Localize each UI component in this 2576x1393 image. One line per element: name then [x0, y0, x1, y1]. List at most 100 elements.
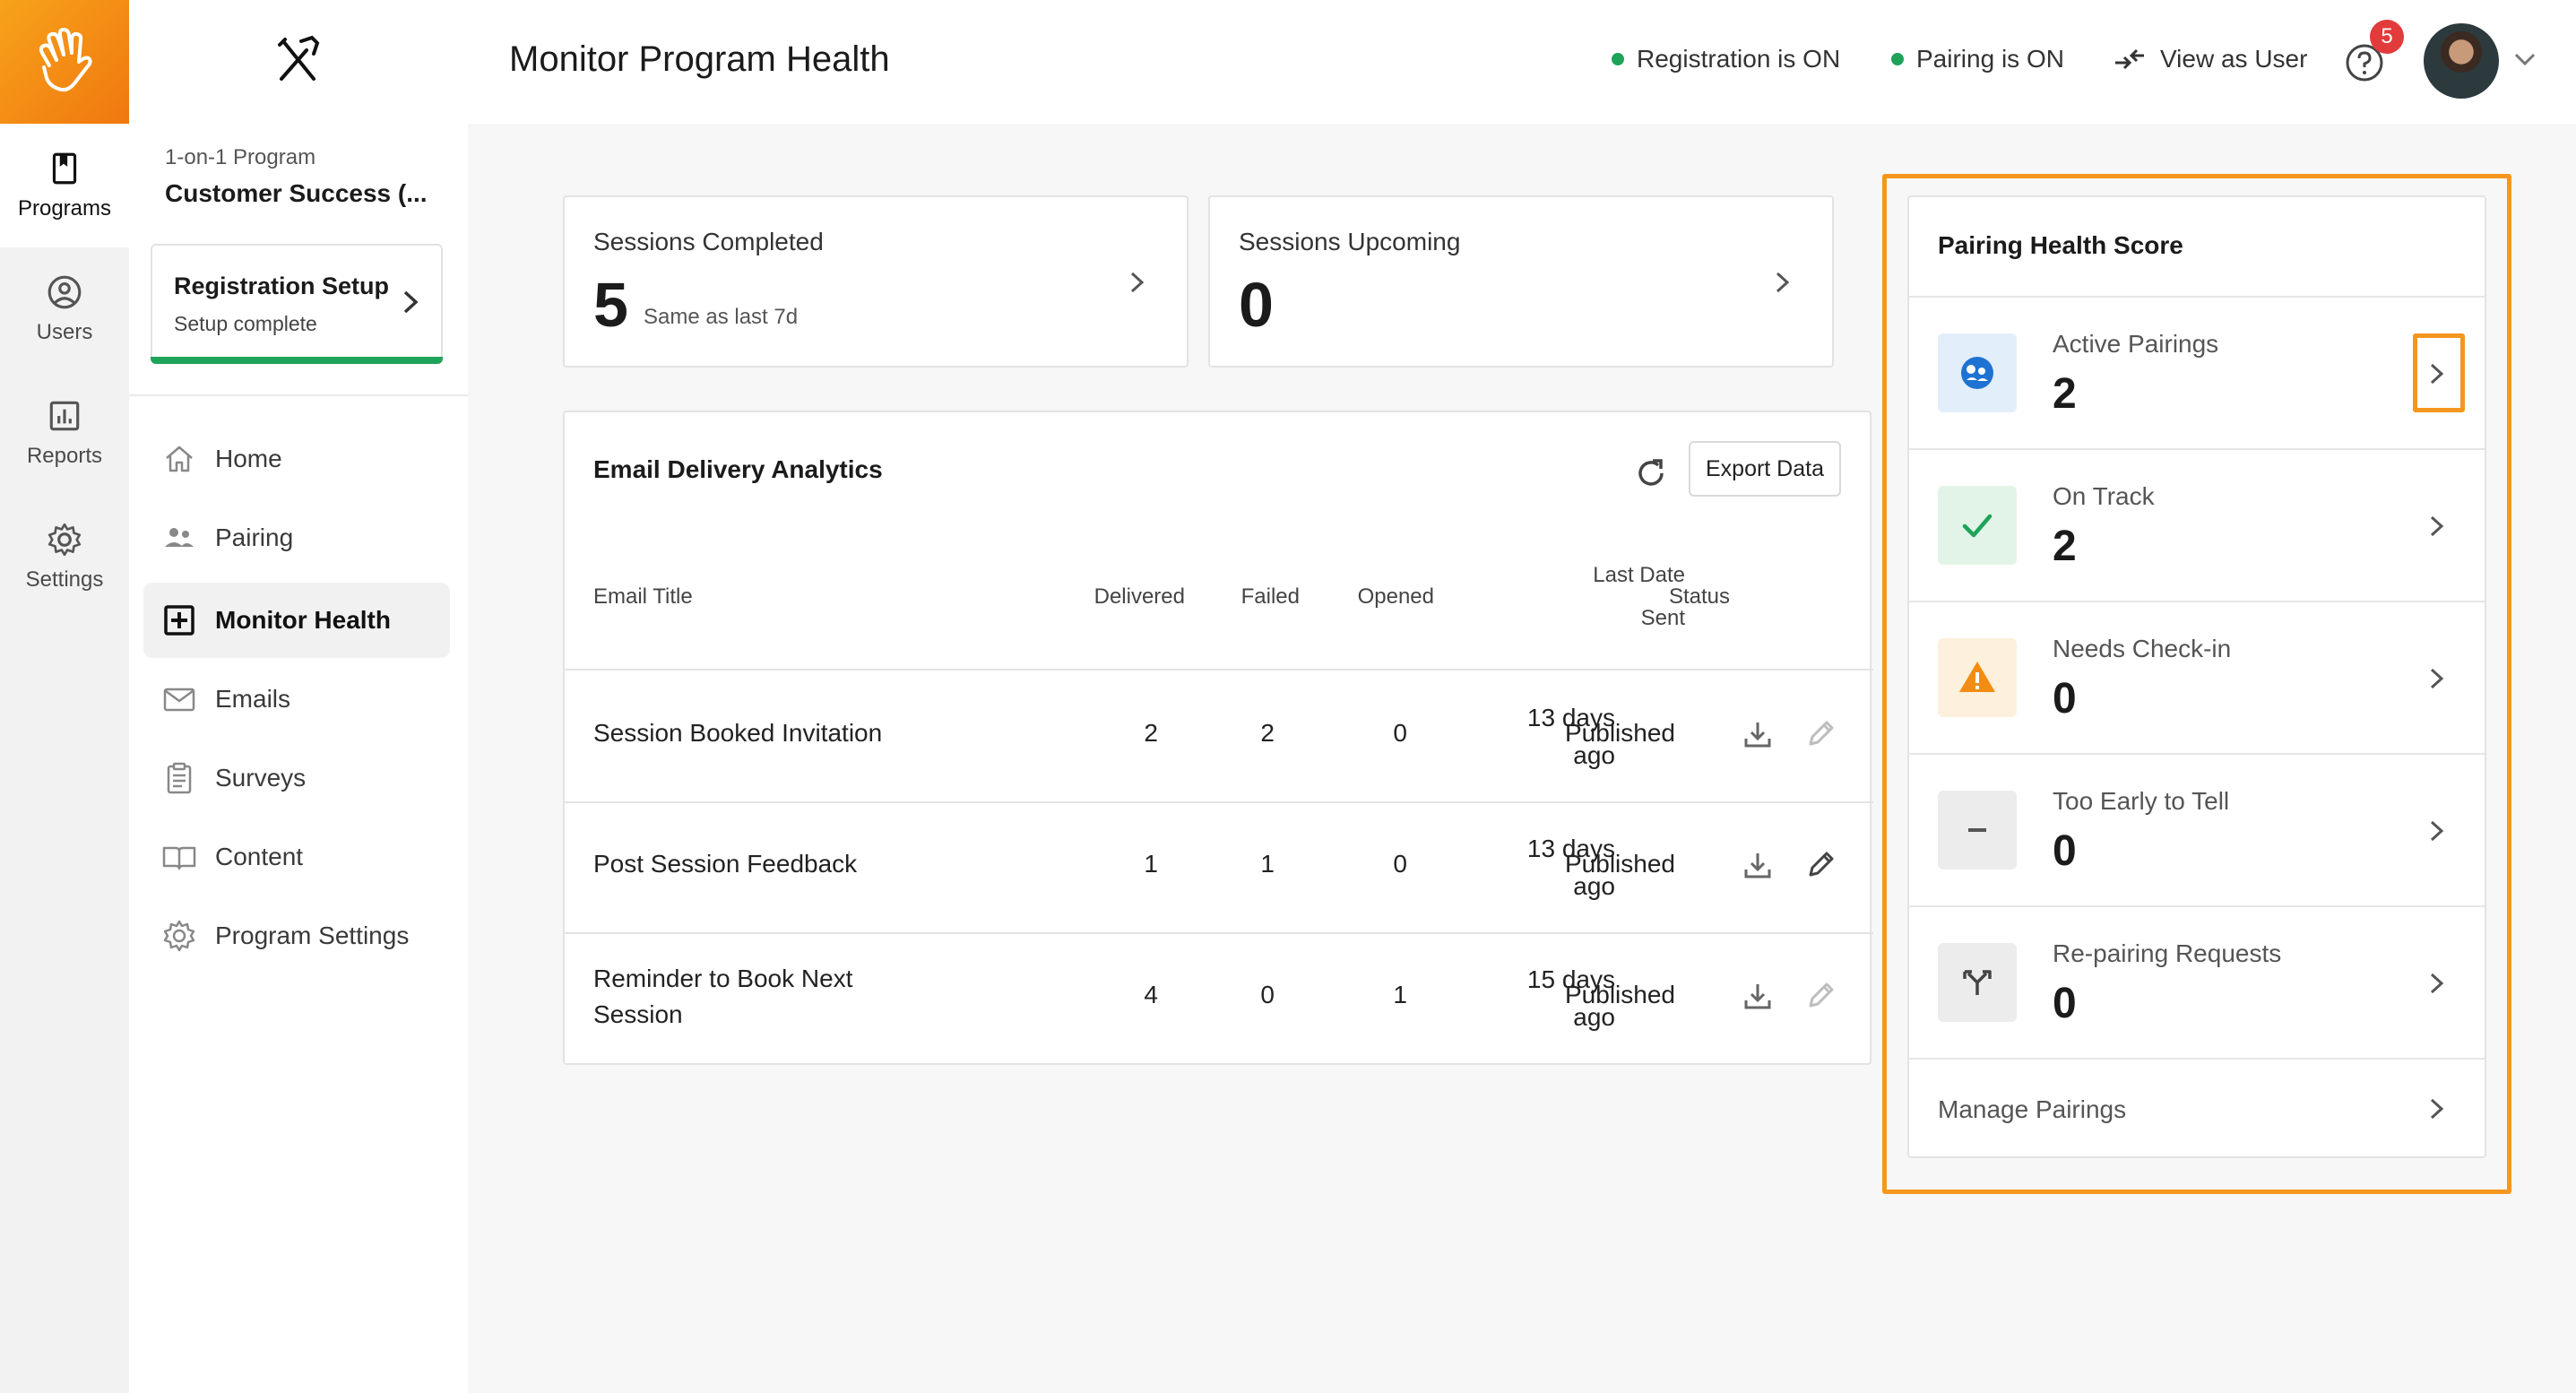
tools-icon	[278, 35, 320, 81]
needs-check-in-value: 0	[2053, 675, 2077, 722]
pairing-health-item-on-track[interactable]: On Track 2	[1909, 448, 2485, 601]
nav-label: Pairing	[215, 523, 294, 551]
rail-label: Settings	[25, 567, 104, 592]
bookmark-book-icon	[52, 152, 77, 185]
opened-cell: 0	[1393, 850, 1407, 878]
pairing-health-item-re-pairing-requests[interactable]: Re-pairing Requests 0	[1909, 905, 2485, 1058]
registration-status-label: Registration is ON	[1637, 45, 1841, 73]
pairing-health-item-active-pairings[interactable]: Active Pairings 2	[1909, 296, 2485, 448]
nav-item-home[interactable]: Home	[143, 421, 450, 497]
program-type: 1-on-1 Program	[165, 145, 316, 169]
nav-label: Emails	[215, 685, 291, 713]
user-circle-icon	[48, 275, 82, 309]
column-header-opened: Opened	[1357, 584, 1434, 609]
title-line: Session	[593, 1000, 683, 1028]
registration-setup-card[interactable]: Registration Setup Setup complete	[151, 244, 443, 364]
opened-cell: 0	[1393, 719, 1407, 747]
rail-item-programs[interactable]: Programs	[0, 124, 129, 247]
download-icon[interactable]	[1741, 717, 1775, 751]
re-pairing-icon-tile	[1938, 943, 2017, 1022]
delivered-cell: 4	[1144, 981, 1158, 1008]
row-divider	[565, 801, 1873, 803]
rail-item-reports[interactable]: Reports	[0, 371, 129, 495]
on-track-value: 2	[2053, 523, 2077, 570]
active-pairings-value: 2	[2053, 370, 2077, 418]
swap-arrows-icon	[2115, 48, 2144, 70]
active-pairings-label: Active Pairings	[2053, 330, 2219, 358]
delivered-cell: 1	[1144, 850, 1158, 878]
notification-badge: 5	[2370, 20, 2404, 54]
registration-setup-title: Registration Setup	[174, 273, 390, 299]
needs-check-in-icon-tile	[1938, 638, 2017, 717]
home-icon	[166, 446, 193, 472]
nav-label: Surveys	[215, 764, 307, 792]
edit-pencil-icon[interactable]	[1803, 848, 1837, 882]
chevron-down-icon[interactable]	[2513, 50, 2537, 68]
refresh-icon[interactable]	[1631, 454, 1671, 493]
top-bar: Monitor Program Health Registration is O…	[468, 0, 2576, 124]
sessions-completed-card[interactable]: Sessions Completed 5 Same as last 7d	[563, 195, 1189, 368]
clipboard-list-icon	[167, 762, 192, 794]
nav-item-surveys[interactable]: Surveys	[143, 740, 450, 816]
chevron-right-icon	[1776, 272, 1790, 293]
nav-item-pairing[interactable]: Pairing	[143, 500, 450, 575]
setup-progress-bar	[151, 357, 443, 364]
sessions-upcoming-card[interactable]: Sessions Upcoming 0	[1208, 195, 1834, 368]
nav-item-content[interactable]: Content	[143, 819, 450, 895]
health-plus-icon	[164, 605, 194, 636]
on-track-label: On Track	[2053, 482, 2155, 510]
pairing-status-label: Pairing is ON	[1916, 45, 2064, 73]
rail-item-settings[interactable]: Settings	[0, 495, 129, 619]
nav-item-monitor-health[interactable]: Monitor Health	[143, 583, 450, 658]
chevron-right-icon	[2430, 1098, 2444, 1120]
nav-label: Program Settings	[215, 921, 410, 949]
sessions-upcoming-label: Sessions Upcoming	[1239, 228, 1461, 255]
pairing-health-item-too-early-to-tell[interactable]: Too Early to Tell 0	[1909, 753, 2485, 905]
download-icon[interactable]	[1741, 848, 1775, 882]
program-sidebar: 1-on-1 Program Customer Success (... Reg…	[129, 0, 468, 1393]
gear-icon	[48, 523, 82, 557]
bar-chart-icon	[49, 401, 80, 431]
status-cell: Published	[1565, 719, 1675, 747]
pairing-face-icon	[1961, 357, 1993, 389]
column-header-email-title: Email Title	[593, 584, 693, 609]
status-dot	[1612, 53, 1624, 65]
email-title-cell: Reminder to Book Next Session	[593, 961, 852, 1033]
chevron-right-icon	[1130, 272, 1145, 293]
nav-item-program-settings[interactable]: Program Settings	[143, 898, 450, 973]
email-title-cell: Post Session Feedback	[593, 850, 858, 878]
email-delivery-analytics-card: Email Delivery Analytics Export Data Ema…	[563, 411, 1873, 1065]
edit-pencil-icon[interactable]	[1803, 979, 1837, 1013]
sessions-upcoming-value: 0	[1239, 270, 1274, 340]
active-pairings-icon-tile	[1938, 333, 2017, 412]
sidebar-divider	[129, 394, 468, 396]
failed-cell: 2	[1260, 719, 1275, 747]
export-data-button[interactable]: Export Data	[1689, 441, 1841, 497]
download-icon[interactable]	[1741, 979, 1775, 1013]
split-arrows-icon	[1963, 970, 1992, 995]
avatar[interactable]	[2424, 23, 2499, 99]
on-track-icon-tile	[1938, 486, 2017, 565]
manage-pairings-link[interactable]: Manage Pairings	[1909, 1058, 2485, 1156]
status-dot	[1891, 53, 1904, 65]
pairing-health-card: Pairing Health Score Active Pairings 2 O…	[1907, 195, 2486, 1158]
app-logo[interactable]	[0, 0, 129, 124]
nav-label: Content	[215, 843, 304, 870]
nav-label: Monitor Health	[215, 606, 391, 634]
page-title: Monitor Program Health	[509, 39, 890, 79]
registration-status[interactable]: Registration is ON	[1612, 45, 1840, 74]
chevron-right-icon	[2430, 515, 2444, 537]
envelope-icon	[163, 688, 195, 712]
column-header-sent: Sent	[1640, 606, 1685, 630]
nav-item-emails[interactable]: Emails	[143, 662, 450, 737]
edit-pencil-icon[interactable]	[1803, 717, 1837, 751]
too-early-value: 0	[2053, 827, 2077, 875]
pairing-health-item-needs-check-in[interactable]: Needs Check-in 0	[1909, 601, 2485, 753]
pairing-status[interactable]: Pairing is ON	[1891, 45, 2064, 74]
status-cell: Published	[1565, 981, 1675, 1008]
chevron-right-icon	[2430, 668, 2444, 689]
warning-icon	[1959, 662, 1995, 692]
sessions-completed-label: Sessions Completed	[593, 228, 824, 255]
view-as-user-button[interactable]: View as User	[2112, 45, 2307, 74]
rail-item-users[interactable]: Users	[0, 247, 129, 371]
